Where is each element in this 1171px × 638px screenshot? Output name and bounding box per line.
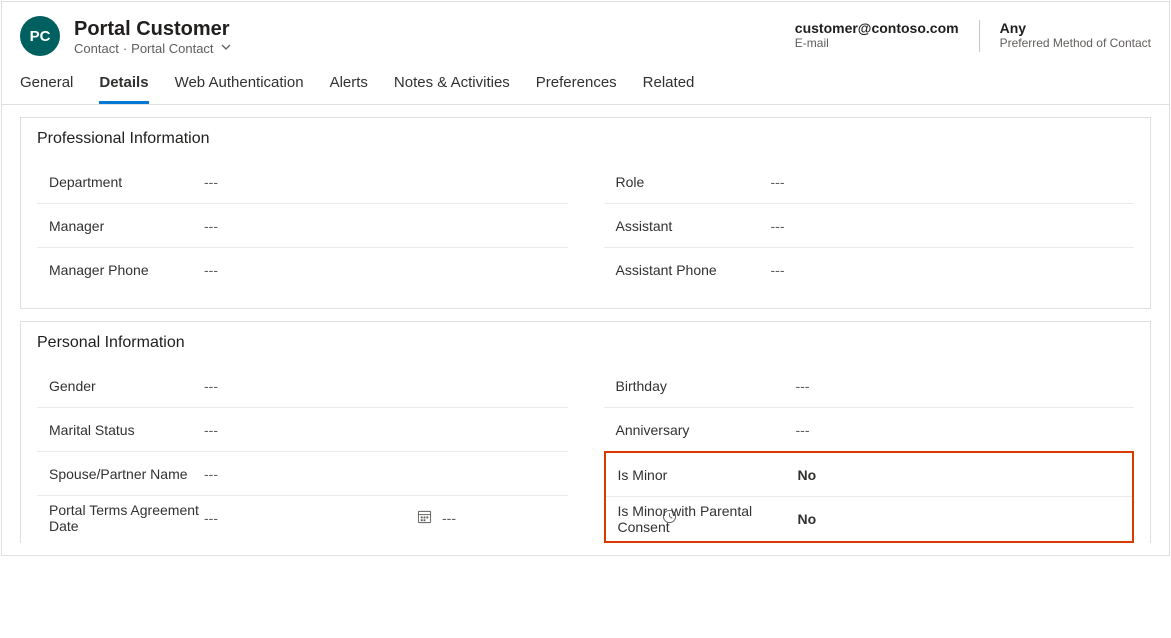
- value-is-minor: No: [798, 467, 1131, 483]
- label-marital-status: Marital Status: [39, 422, 204, 438]
- label-portal-terms-agreement-date: Portal Terms Agreement Date: [39, 502, 204, 534]
- page-subtitle[interactable]: Contact · Portal Contact: [74, 41, 231, 56]
- avatar: PC: [20, 16, 60, 56]
- value-assistant: ---: [771, 218, 1133, 234]
- label-birthday: Birthday: [606, 378, 796, 394]
- tab-preferences[interactable]: Preferences: [536, 74, 617, 104]
- label-manager-phone: Manager Phone: [39, 262, 204, 278]
- label-assistant-phone: Assistant Phone: [606, 262, 771, 278]
- tab-related[interactable]: Related: [643, 74, 695, 104]
- section-title-professional: Professional Information: [37, 130, 1134, 148]
- form-name: Portal Contact: [131, 41, 213, 56]
- tab-details[interactable]: Details: [99, 74, 148, 104]
- label-spouse-partner-name: Spouse/Partner Name: [39, 466, 204, 482]
- value-department: ---: [204, 174, 566, 190]
- value-assistant-phone: ---: [771, 262, 1133, 278]
- field-anniversary[interactable]: Anniversary ---: [604, 408, 1135, 452]
- header-divider: [979, 20, 980, 52]
- header-contact-method-cell[interactable]: Any Preferred Method of Contact: [1000, 20, 1151, 50]
- header-email-label: E-mail: [795, 36, 959, 50]
- field-portal-terms-agreement-date[interactable]: Portal Terms Agreement Date --- ---: [37, 496, 568, 540]
- value-manager-phone: ---: [204, 262, 566, 278]
- field-is-minor[interactable]: Is Minor No: [606, 453, 1133, 497]
- label-is-minor: Is Minor: [608, 467, 798, 483]
- section-title-personal: Personal Information: [37, 334, 1134, 352]
- label-gender: Gender: [39, 378, 204, 394]
- value-spouse-partner-name: ---: [204, 466, 566, 482]
- minor-fields-highlight: Is Minor No Is Minor with Parental Conse…: [604, 451, 1135, 543]
- value-portal-terms-time: ---: [442, 510, 482, 526]
- value-is-minor-with-parental-consent: No: [798, 511, 1131, 527]
- label-department: Department: [39, 174, 204, 190]
- entity-name: Contact: [74, 41, 119, 56]
- page-title: Portal Customer: [74, 17, 231, 41]
- header-contact-value: Any: [1000, 20, 1151, 36]
- calendar-icon[interactable]: [417, 509, 432, 527]
- field-role[interactable]: Role ---: [604, 160, 1135, 204]
- chevron-down-icon[interactable]: [218, 43, 231, 54]
- tab-notes-activities[interactable]: Notes & Activities: [394, 74, 510, 104]
- dot-separator: ·: [123, 41, 127, 56]
- tab-web-authentication[interactable]: Web Authentication: [175, 74, 304, 104]
- value-role: ---: [771, 174, 1133, 190]
- field-marital-status[interactable]: Marital Status ---: [37, 408, 568, 452]
- page-header: PC Portal Customer Contact · Portal Cont…: [2, 2, 1169, 105]
- value-anniversary: ---: [796, 422, 1133, 438]
- field-is-minor-with-parental-consent[interactable]: Is Minor with Parental Consent No: [606, 497, 1133, 541]
- header-email-cell[interactable]: customer@contoso.com E-mail: [795, 20, 959, 50]
- section-personal-information: Personal Information Gender --- Marital …: [20, 321, 1151, 543]
- field-birthday[interactable]: Birthday ---: [604, 364, 1135, 408]
- label-manager: Manager: [39, 218, 204, 234]
- field-spouse-partner-name[interactable]: Spouse/Partner Name ---: [37, 452, 568, 496]
- tab-general[interactable]: General: [20, 74, 73, 104]
- header-email-value: customer@contoso.com: [795, 20, 959, 36]
- label-is-minor-with-parental-consent: Is Minor with Parental Consent: [608, 503, 798, 535]
- label-assistant: Assistant: [606, 218, 771, 234]
- header-contact-label: Preferred Method of Contact: [1000, 36, 1151, 50]
- field-assistant[interactable]: Assistant ---: [604, 204, 1135, 248]
- value-gender: ---: [204, 378, 566, 394]
- field-assistant-phone[interactable]: Assistant Phone ---: [604, 248, 1135, 292]
- field-department[interactable]: Department ---: [37, 160, 568, 204]
- field-gender[interactable]: Gender ---: [37, 364, 568, 408]
- section-professional-information: Professional Information Department --- …: [20, 117, 1151, 309]
- field-manager-phone[interactable]: Manager Phone ---: [37, 248, 568, 292]
- tabs-row: General Details Web Authentication Alert…: [20, 74, 694, 104]
- tab-alerts[interactable]: Alerts: [330, 74, 368, 104]
- label-role: Role: [606, 174, 771, 190]
- value-birthday: ---: [796, 378, 1133, 394]
- field-manager[interactable]: Manager ---: [37, 204, 568, 248]
- value-manager: ---: [204, 218, 566, 234]
- label-anniversary: Anniversary: [606, 422, 796, 438]
- value-marital-status: ---: [204, 422, 566, 438]
